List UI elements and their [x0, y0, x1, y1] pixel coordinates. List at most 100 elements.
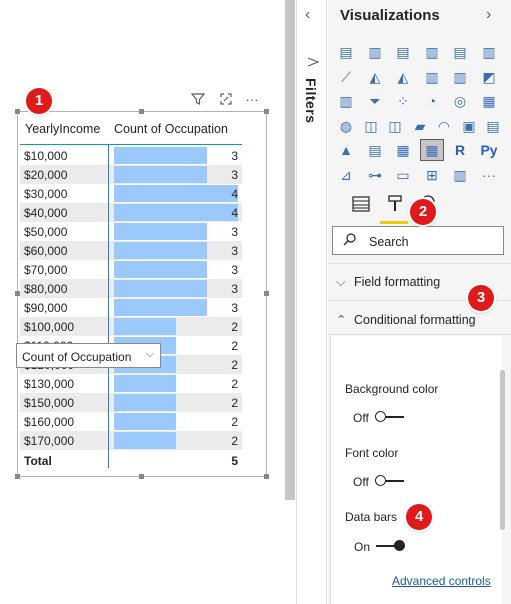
clustered-column-icon[interactable]: ▥ — [421, 42, 443, 62]
gauge-icon[interactable]: ◠ — [433, 116, 455, 136]
shape-map-icon[interactable]: ◫ — [384, 116, 406, 136]
count-cell: 4 — [231, 187, 238, 201]
table-row[interactable]: $40,000 4 — [20, 203, 242, 222]
qa-icon[interactable]: ▭ — [392, 165, 414, 185]
kpi-icon[interactable]: ▲ — [335, 140, 357, 160]
font-color-state: Off — [353, 475, 369, 489]
filter-icon[interactable] — [190, 92, 206, 108]
line-column-2-icon[interactable]: ▥ — [449, 67, 471, 87]
focus-mode-icon[interactable] — [218, 92, 234, 108]
format-tab-icon[interactable] — [382, 194, 408, 218]
key-influencers-icon[interactable]: ⊿ — [335, 165, 357, 185]
python-visual-icon[interactable]: Py — [478, 140, 500, 160]
resize-handle-b[interactable] — [139, 474, 144, 479]
table-row[interactable]: $80,000 3 — [20, 279, 242, 298]
table-icon[interactable]: ▦ — [392, 140, 414, 160]
table-row[interactable]: $170,000 2 — [20, 431, 242, 450]
resize-handle-tr[interactable] — [264, 109, 269, 114]
filters-label[interactable]: Filters — [303, 78, 319, 124]
column-header-income[interactable]: YearlyIncome — [25, 122, 100, 136]
count-cell: 3 — [231, 301, 238, 315]
more-options-icon[interactable]: ··· — [244, 92, 260, 108]
toggle-knob — [375, 475, 386, 486]
area-chart-icon[interactable]: ◭ — [364, 67, 386, 87]
stacked-area-icon[interactable]: ◭ — [392, 67, 414, 87]
collapse-left-icon[interactable]: ‹ — [305, 6, 310, 24]
clustered-bar-icon[interactable]: ▤ — [392, 42, 414, 62]
stacked-bar-icon[interactable]: ▤ — [335, 42, 357, 62]
table-row[interactable]: $100,000 2 — [20, 317, 242, 336]
active-tab-indicator — [380, 221, 408, 224]
matrix-icon[interactable]: ▦ — [420, 139, 444, 161]
advanced-controls-link[interactable]: Advanced controls — [392, 574, 491, 588]
table-row[interactable]: $70,000 3 — [20, 260, 242, 279]
resize-handle-br[interactable] — [264, 474, 269, 479]
income-cell: $70,000 — [24, 263, 68, 277]
column-header-count[interactable]: Count of Occupation — [114, 122, 228, 136]
100-bar-icon[interactable]: ▤ — [449, 42, 471, 62]
ribbon-icon[interactable]: ◩ — [478, 67, 500, 87]
treemap-icon[interactable]: ▦ — [478, 91, 500, 111]
map-icon[interactable]: ◍ — [335, 116, 357, 136]
data-bar — [114, 375, 176, 392]
fields-tab-icon[interactable] — [348, 194, 374, 218]
decomposition-tree-icon[interactable]: ⊶ — [364, 165, 386, 185]
font-color-toggle[interactable] — [375, 475, 405, 487]
donut-icon[interactable]: ◎ — [449, 91, 471, 111]
paginated-icon[interactable]: ▥ — [449, 165, 471, 185]
100-column-icon[interactable]: ▥ — [478, 42, 500, 62]
canvas-scrollbar[interactable] — [285, 0, 295, 500]
resize-handle-bl[interactable] — [15, 474, 20, 479]
data-bar — [114, 185, 238, 202]
table-row[interactable]: $90,000 3 — [20, 298, 242, 317]
table-row[interactable]: $150,000 2 — [20, 393, 242, 412]
data-bar — [114, 223, 207, 240]
income-cell: $150,000 — [24, 396, 75, 410]
income-cell: $30,000 — [24, 187, 68, 201]
waterfall-icon[interactable]: ▥ — [335, 91, 357, 111]
data-bar — [114, 318, 176, 335]
pie-icon[interactable]: ◔ — [421, 91, 443, 111]
table-row[interactable]: $30,000 4 — [20, 184, 242, 203]
smart-narrative-icon[interactable]: ⊞ — [421, 165, 443, 185]
data-bar — [114, 299, 207, 316]
scatter-icon[interactable]: ⁘ — [392, 91, 414, 111]
field-formatting-section[interactable]: ⌵ Field formatting — [336, 275, 440, 290]
toggle-track — [376, 545, 396, 547]
resize-handle-tl[interactable] — [15, 109, 20, 114]
line-chart-icon[interactable]: ⟋ — [335, 67, 357, 87]
background-color-toggle[interactable] — [375, 411, 405, 423]
more-icon[interactable]: ··· — [478, 165, 500, 185]
r-visual-icon[interactable]: R — [449, 140, 471, 160]
expand-right-icon[interactable]: › — [486, 6, 491, 24]
conditional-formatting-section[interactable]: ⌃ Conditional formatting — [336, 312, 476, 327]
table-row[interactable]: $50,000 3 — [20, 222, 242, 241]
visualizations-title: Visualizations — [340, 7, 440, 24]
table-row[interactable]: $130,000 2 — [20, 374, 242, 393]
funnel-icon[interactable]: ⏷ — [364, 91, 386, 111]
table-row[interactable]: $160,000 2 — [20, 412, 242, 431]
table-row[interactable]: $10,000 3 — [20, 146, 242, 165]
table-row[interactable]: $60,000 3 — [20, 241, 242, 260]
field-dropdown[interactable]: Count of Occupation ⌵ — [16, 343, 161, 368]
callout-badge-2: 2 — [410, 199, 436, 225]
arcgis-icon[interactable]: ▰ — [409, 116, 431, 136]
table-row[interactable]: $20,000 3 — [20, 165, 242, 184]
data-bars-toggle[interactable] — [376, 540, 406, 552]
dropdown-value: Count of Occupation — [22, 350, 132, 364]
data-bar — [114, 394, 176, 411]
line-column-icon[interactable]: ▥ — [421, 67, 443, 87]
field-formatting-label: Field formatting — [354, 275, 441, 289]
card-icon[interactable]: ▣ — [458, 116, 480, 136]
resize-handle-r[interactable] — [264, 291, 269, 296]
data-bar — [114, 147, 207, 164]
slicer-icon[interactable]: ▤ — [364, 140, 386, 160]
resize-handle-t[interactable] — [139, 109, 144, 114]
search-input[interactable]: Search — [332, 226, 504, 255]
multirow-card-icon[interactable]: ▤ — [482, 116, 504, 136]
font-color-label: Font color — [345, 446, 399, 460]
conditional-formatting-panel — [330, 336, 502, 604]
pane-scrollbar[interactable] — [500, 370, 505, 530]
stacked-column-icon[interactable]: ▥ — [364, 42, 386, 62]
filled-map-icon[interactable]: ◫ — [360, 116, 382, 136]
